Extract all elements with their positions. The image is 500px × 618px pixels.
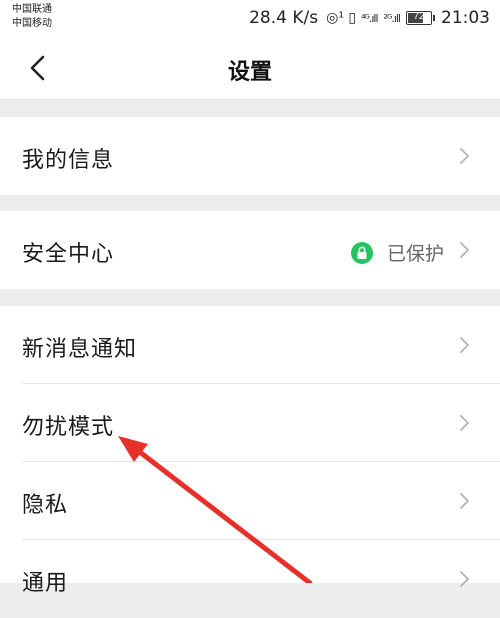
settings-item-label: 我的信息 — [22, 148, 115, 173]
chevron-right-icon — [460, 337, 469, 353]
settings-item-my-info[interactable]: 我的信息 — [0, 117, 500, 195]
settings-group-general: 新消息通知 勿扰模式 隐私 通用 — [0, 306, 500, 596]
settings-group-security: 安全中心 已保护 — [0, 211, 500, 289]
settings-item-label: 隐私 — [22, 493, 69, 518]
chevron-right-icon — [460, 571, 469, 587]
clock: 21:03 — [441, 8, 490, 28]
signal-4g-icon: ⁴ᴳ.ıll — [361, 11, 378, 25]
settings-item-security-center[interactable]: 安全中心 已保护 — [0, 211, 500, 289]
battery-level: 72 — [413, 11, 425, 22]
carrier-1: 中国联通 — [12, 4, 52, 15]
chevron-right-icon — [460, 242, 469, 258]
settings-item-label: 通用 — [22, 571, 69, 596]
settings-item-label: 新消息通知 — [22, 337, 138, 362]
chevron-right-icon — [460, 415, 469, 431]
settings-item-general[interactable]: 通用 — [0, 540, 500, 618]
chevron-right-icon — [460, 148, 469, 164]
battery-icon: 72 — [406, 11, 435, 25]
carrier-2: 中国移动 — [12, 18, 52, 29]
signal-2g-icon: ²ᴳ.ıll — [383, 11, 401, 25]
settings-item-privacy[interactable]: 隐私 — [0, 462, 500, 540]
settings-item-label: 勿扰模式 — [22, 415, 115, 440]
lock-icon — [350, 241, 373, 264]
settings-item-label: 安全中心 — [22, 242, 115, 267]
settings-item-do-not-disturb[interactable]: 勿扰模式 — [0, 384, 500, 462]
page-title: 设置 — [227, 60, 272, 85]
nav-bar: 设置 — [0, 36, 500, 100]
security-status: 已保护 — [350, 239, 444, 266]
hotspot-vibrate-icon: ◎¹ ▯ — [326, 10, 357, 26]
security-status-text: 已保护 — [386, 243, 444, 265]
chevron-right-icon — [460, 493, 469, 509]
net-speed: 28.4 K/s — [249, 8, 319, 28]
status-bar: 中国联通 中国移动 28.4 K/s ◎¹ ▯ ⁴ᴳ.ıll ²ᴳ.ıll 72… — [0, 0, 500, 36]
settings-item-new-message-notification[interactable]: 新消息通知 — [0, 306, 500, 384]
settings-group-profile: 我的信息 — [0, 117, 500, 195]
carrier-info: 中国联通 中国移动 — [12, 3, 52, 31]
status-indicators: 28.4 K/s ◎¹ ▯ ⁴ᴳ.ıll ²ᴳ.ıll 72 21:03 — [249, 6, 490, 30]
